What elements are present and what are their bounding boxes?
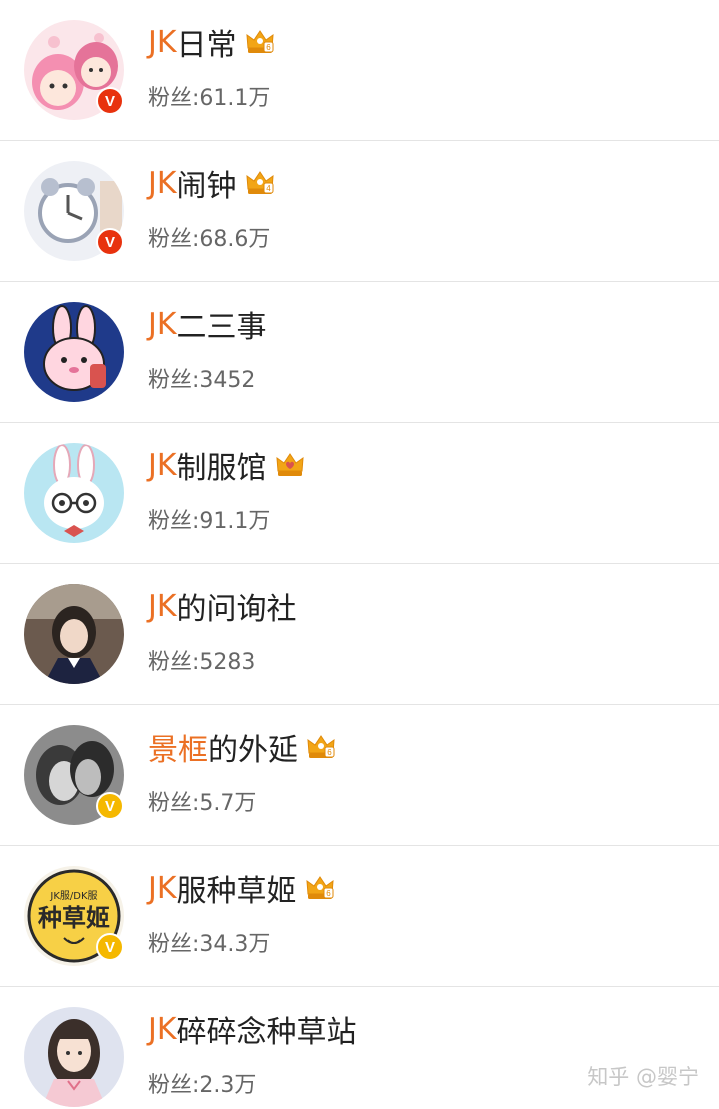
fans-value: 68.6万 [199, 227, 271, 252]
name-highlight: JK [148, 870, 177, 906]
svg-text:4: 4 [266, 184, 271, 193]
account-name[interactable]: JK 日常 6 [148, 20, 275, 64]
fans-count: 粉丝:5.7万 [148, 785, 256, 817]
vip-crown-icon: 6 [306, 733, 336, 761]
vip-crown-icon: 6 [245, 28, 275, 56]
avatar[interactable] [24, 1007, 124, 1107]
account-list: V JK 日常 6 粉丝:61.1万 V JK 闹钟 4 粉丝:68.6万 JK… [0, 0, 719, 1109]
name-highlight: JK [148, 447, 177, 483]
account-name[interactable]: JK 闹钟 4 [148, 161, 275, 205]
name-highlight: JK [148, 306, 177, 342]
fans-count: 粉丝:68.6万 [148, 221, 270, 253]
verified-badge-icon: V [96, 228, 124, 256]
fans-count: 粉丝:2.3万 [148, 1067, 256, 1099]
account-row-jk-wenxunshe[interactable]: JK 的问询社 粉丝:5283 [0, 564, 719, 705]
svg-text:6: 6 [266, 43, 271, 52]
vip-crown-icon: 4 [245, 169, 275, 197]
fans-count: 粉丝:34.3万 [148, 926, 270, 958]
account-row-jk-naozhong[interactable]: V JK 闹钟 4 粉丝:68.6万 [0, 141, 719, 282]
account-name[interactable]: JK 制服馆 [148, 443, 305, 487]
fans-label: 粉丝: [148, 509, 200, 534]
account-name[interactable]: JK 服种草姬 6 [148, 866, 335, 910]
name-highlight: JK [148, 1011, 177, 1047]
fans-value: 91.1万 [199, 509, 271, 534]
name-rest: 的问询社 [176, 592, 297, 627]
fans-count: 粉丝:5283 [148, 644, 255, 676]
fans-value: 2.3万 [199, 1073, 257, 1098]
name-rest: 闹钟 [176, 169, 237, 204]
name-highlight: JK [148, 588, 177, 624]
account-row-jk-ersanshi[interactable]: JK 二三事 粉丝:3452 [0, 282, 719, 423]
fans-value: 61.1万 [199, 86, 271, 111]
svg-text:6: 6 [327, 748, 332, 757]
verified-badge-icon: V [96, 792, 124, 820]
fans-value: 34.3万 [199, 932, 271, 957]
account-name[interactable]: JK 二三事 [148, 302, 267, 346]
name-rest: 二三事 [176, 310, 267, 345]
svg-text:6: 6 [326, 889, 331, 898]
fans-value: 5.7万 [199, 791, 257, 816]
fans-count: 粉丝:91.1万 [148, 503, 270, 535]
name-rest: 服种草姬 [176, 874, 297, 909]
account-row-jk-zhongcaoji[interactable]: JK服/DK服 种草姬 V JK 服种草姬 6 粉丝:34.3万 [0, 846, 719, 987]
fans-label: 粉丝: [148, 791, 200, 816]
name-rest: 碎碎念种草站 [176, 1015, 357, 1050]
fans-label: 粉丝: [148, 227, 200, 252]
name-highlight: JK [148, 24, 177, 60]
fans-value: 5283 [199, 650, 256, 675]
avatar-logo-title: 种草姬 [38, 904, 110, 932]
vip-crown-icon [275, 451, 305, 479]
verified-badge-icon: V [96, 933, 124, 961]
verified-badge-icon: V [96, 87, 124, 115]
fans-label: 粉丝: [148, 86, 200, 111]
account-row-jk-richang[interactable]: V JK 日常 6 粉丝:61.1万 [0, 0, 719, 141]
fans-label: 粉丝: [148, 368, 200, 393]
account-name[interactable]: JK 碎碎念种草站 [148, 1007, 357, 1051]
fans-label: 粉丝: [148, 932, 200, 957]
vip-crown-icon: 6 [305, 874, 335, 902]
fans-count: 粉丝:61.1万 [148, 80, 270, 112]
fans-label: 粉丝: [148, 650, 200, 675]
account-row-jingkuang-waiyan[interactable]: V 景框 的外延 6 粉丝:5.7万 [0, 705, 719, 846]
watermark: 知乎 @婴宁 [587, 1065, 699, 1089]
avatar[interactable] [24, 584, 124, 684]
fans-value: 3452 [199, 368, 256, 393]
fans-label: 粉丝: [148, 1073, 200, 1098]
avatar-logo-subtitle: JK服/DK服 [49, 890, 97, 902]
fans-count: 粉丝:3452 [148, 362, 255, 394]
name-rest: 日常 [176, 28, 237, 63]
avatar[interactable] [24, 302, 124, 402]
name-highlight: 景框 [148, 733, 208, 768]
name-rest: 制服馆 [176, 451, 267, 486]
name-rest: 的外延 [208, 733, 298, 768]
account-name[interactable]: JK 的问询社 [148, 584, 297, 628]
account-name[interactable]: 景框 的外延 6 [148, 725, 336, 769]
account-row-jk-zhifuguan[interactable]: JK 制服馆 粉丝:91.1万 [0, 423, 719, 564]
avatar[interactable] [24, 443, 124, 543]
name-highlight: JK [148, 165, 177, 201]
